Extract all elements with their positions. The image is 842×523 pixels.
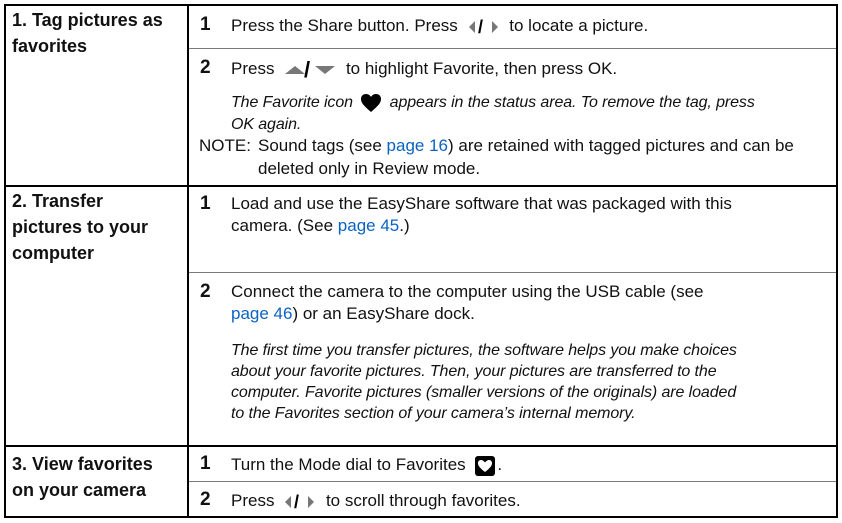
italic-note-line: The first time you transfer pictures, th… (231, 342, 737, 359)
page-link[interactable]: page 46 (231, 304, 292, 323)
italic-note-part: appears in the status area. To remove th… (389, 94, 755, 111)
note-text-part: Sound tags (see (258, 136, 382, 155)
note-label: NOTE: (199, 136, 251, 155)
table-border-top (4, 4, 838, 6)
row-divider (4, 185, 838, 187)
step-text-part: Press (231, 491, 275, 510)
table-border-left (4, 4, 6, 518)
italic-note-line: OK again. (231, 116, 302, 133)
note-text-part: ) are retained with tagged pictures and … (448, 136, 794, 155)
favorites-mode-icon (474, 455, 496, 477)
step-text: Press / to highlight Favorite, then pres… (231, 58, 617, 80)
left-right-arrow-icon: / (283, 493, 317, 511)
step-text-line: Connect the camera to the computer using… (231, 282, 704, 301)
step-text: Press / to scroll through favorites. (231, 490, 521, 512)
row-heading: 2. Transfer pictures to your computer (12, 188, 148, 266)
row-heading-line: 1. Tag pictures as (12, 10, 163, 30)
row-heading-line: 3. View favorites (12, 454, 153, 474)
table-border-right (836, 4, 838, 518)
row-heading: 3. View favorites on your camera (12, 451, 153, 503)
step-text: page 46) or an EasyShare dock. (231, 303, 475, 325)
step-number: 2 (200, 281, 211, 302)
up-down-arrow-icon: / (283, 60, 337, 80)
step-separator (189, 48, 836, 49)
step-number: 1 (200, 193, 211, 214)
step-text: Turn the Mode dial to Favorites . (231, 454, 502, 477)
row-heading-line: computer (12, 243, 95, 263)
step-text-part: Press the Share button. Press (231, 16, 458, 35)
row-heading: 1. Tag pictures as favorites (12, 7, 163, 59)
page-link[interactable]: page 16 (387, 136, 448, 155)
step-number: 2 (200, 57, 211, 78)
note-text-line: deleted only in Review mode. (258, 159, 481, 178)
step-text-part: Press (231, 59, 275, 78)
left-right-arrow-icon: / (467, 18, 501, 36)
row-heading-line: pictures to your (12, 217, 149, 237)
italic-note-line: about your favorite pictures. Then, your… (231, 363, 717, 380)
step-text-line: Load and use the EasyShare software that… (231, 194, 732, 213)
row-heading-line: 2. Transfer (12, 191, 104, 211)
heart-icon (360, 93, 382, 113)
table-border-bottom (4, 516, 838, 518)
svg-text:/: / (304, 60, 310, 80)
step-text: Press the Share button. Press / to locat… (231, 15, 648, 37)
page-link[interactable]: page 45 (338, 216, 399, 235)
italic-note-line: computer. Favorite pictures (smaller ver… (231, 384, 737, 401)
step-text-part: to highlight Favorite, then press OK. (345, 59, 618, 78)
row-heading-line: favorites (12, 36, 88, 56)
step-text-part: to locate a picture. (509, 16, 649, 35)
step-text-part: to scroll through favorites. (325, 491, 521, 510)
step-text-part: .) (399, 216, 410, 235)
step-number: 1 (200, 453, 211, 474)
italic-note-line: to the Favorites section of your camera’… (231, 405, 636, 422)
step-separator (189, 481, 836, 482)
step-text: camera. (See page 45.) (231, 215, 410, 237)
note-text: Sound tags (see page 16) are retained wi… (258, 135, 794, 157)
svg-text:/: / (294, 493, 299, 511)
italic-note: The Favorite icon appears in the status … (231, 92, 755, 113)
instruction-table: 1. Tag pictures as favorites 1 Press the… (4, 4, 838, 518)
step-text-part: camera. (See (231, 216, 334, 235)
row-divider (4, 445, 838, 447)
column-divider (187, 4, 189, 518)
step-text-part: . (497, 455, 503, 474)
step-text-part: Turn the Mode dial to Favorites (231, 455, 466, 474)
step-text-part: ) or an EasyShare dock. (292, 304, 475, 323)
row-heading-line: on your camera (12, 480, 147, 500)
step-number: 2 (200, 489, 211, 510)
step-number: 1 (200, 14, 211, 35)
step-separator (189, 272, 836, 273)
svg-text:/: / (478, 18, 483, 36)
italic-note-part: The Favorite icon (231, 94, 353, 111)
